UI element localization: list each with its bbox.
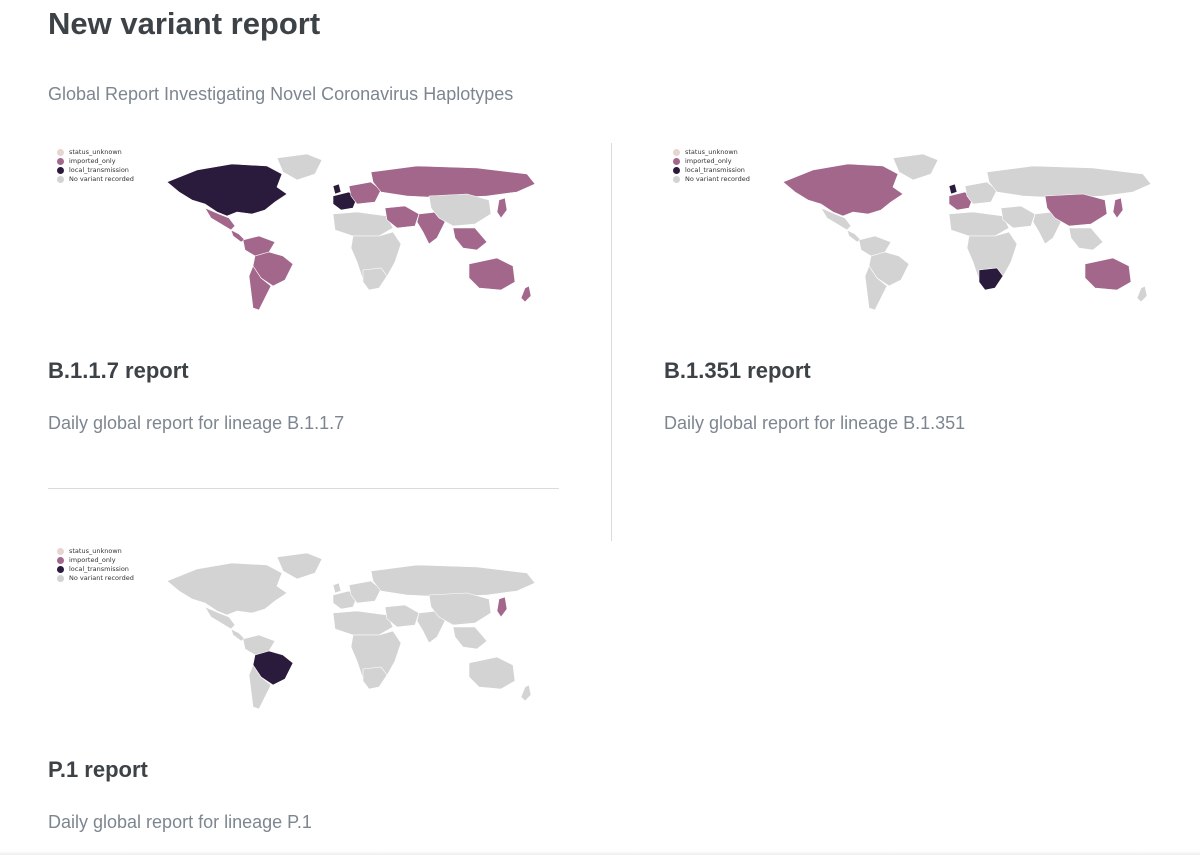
world-map [166,153,536,311]
legend-swatch [673,176,680,183]
legend-item[interactable]: No variant recorded [57,574,134,583]
region-north-africa[interactable] [332,610,394,636]
report-title-p1[interactable]: P.1 report [48,757,148,783]
legend-item[interactable]: local_transmission [57,166,134,175]
map-p1[interactable]: status_unknown imported_only local_transmi… [57,547,547,712]
region-greenland[interactable] [276,153,323,181]
region-southeast-asia[interactable] [1068,227,1104,251]
region-uk[interactable] [332,582,342,594]
legend-swatch [673,149,680,156]
report-title-b117[interactable]: B.1.1.7 report [48,358,189,384]
legend-swatch [57,176,64,183]
region-australia[interactable] [1084,257,1132,291]
legend-label: status_unknown [69,547,122,555]
report-description-p1: Daily global report for lineage P.1 [48,812,312,832]
region-russia[interactable] [370,165,536,199]
legend-item[interactable]: No variant recorded [673,175,750,184]
region-north-africa[interactable] [332,211,394,237]
legend-swatch [673,158,680,165]
legend-label: imported_only [69,157,116,165]
legend-swatch [57,167,64,174]
legend-item[interactable]: imported_only [57,556,134,565]
region-new-zealand[interactable] [520,684,532,702]
report-description-b1351: Daily global report for lineage B.1.351 [664,413,966,433]
region-japan[interactable] [496,197,508,219]
region-southeast-asia[interactable] [452,626,488,650]
legend-item[interactable]: status_unknown [57,148,134,157]
legend-swatch [57,548,64,555]
region-uk[interactable] [332,183,342,195]
region-greenland[interactable] [276,552,323,580]
legend-item[interactable]: local_transmission [673,166,750,175]
page-title: New variant report [48,6,321,41]
legend-swatch [57,149,64,156]
map-legend: status_unknown imported_only local_transmi… [57,547,134,583]
legend-swatch [57,566,64,573]
region-japan[interactable] [496,596,508,618]
legend-swatch [57,557,64,564]
legend-item[interactable]: local_transmission [57,565,134,574]
legend-item[interactable]: imported_only [57,157,134,166]
page-subtitle: Global Report Investigating Novel Corona… [48,84,514,104]
legend-swatch [57,575,64,582]
region-russia[interactable] [370,564,536,598]
legend-item[interactable]: status_unknown [673,148,750,157]
region-north-america[interactable] [166,562,288,616]
legend-swatch [673,167,680,174]
legend-label: No variant recorded [69,574,134,582]
legend-label: imported_only [685,157,732,165]
column-divider [611,143,612,541]
world-map [782,153,1152,311]
region-australia[interactable] [468,257,516,291]
legend-label: local_transmission [685,166,745,174]
region-russia[interactable] [986,165,1152,199]
region-southern-africa[interactable] [362,267,388,291]
legend-item[interactable]: imported_only [673,157,750,166]
region-japan[interactable] [1112,197,1124,219]
legend-label: status_unknown [685,148,738,156]
region-australia[interactable] [468,656,516,690]
map-legend: status_unknown imported_only local_transmi… [57,148,134,184]
legend-item[interactable]: status_unknown [57,547,134,556]
map-b117[interactable]: status_unknown imported_only local_transmi… [57,148,547,313]
report-title-b1351[interactable]: B.1.351 report [664,358,811,384]
region-north-america[interactable] [166,163,288,217]
region-southern-africa[interactable] [362,666,388,690]
legend-label: local_transmission [69,166,129,174]
legend-label: status_unknown [69,148,122,156]
region-greenland[interactable] [892,153,939,181]
legend-label: No variant recorded [685,175,750,183]
region-uk[interactable] [948,183,958,195]
bottom-edge [0,851,1200,855]
region-new-zealand[interactable] [520,285,532,303]
map-legend: status_unknown imported_only local_transmi… [673,148,750,184]
report-description-b117: Daily global report for lineage B.1.1.7 [48,413,345,433]
region-southern-africa[interactable] [978,267,1004,291]
legend-label: No variant recorded [69,175,134,183]
region-southeast-asia[interactable] [452,227,488,251]
row-divider [48,488,559,489]
legend-swatch [57,158,64,165]
region-north-america[interactable] [782,163,904,217]
map-b1351[interactable]: status_unknown imported_only local_transmi… [673,148,1163,313]
legend-label: imported_only [69,556,116,564]
legend-label: local_transmission [69,565,129,573]
world-map [166,552,536,710]
region-north-africa[interactable] [948,211,1010,237]
region-new-zealand[interactable] [1136,285,1148,303]
legend-item[interactable]: No variant recorded [57,175,134,184]
